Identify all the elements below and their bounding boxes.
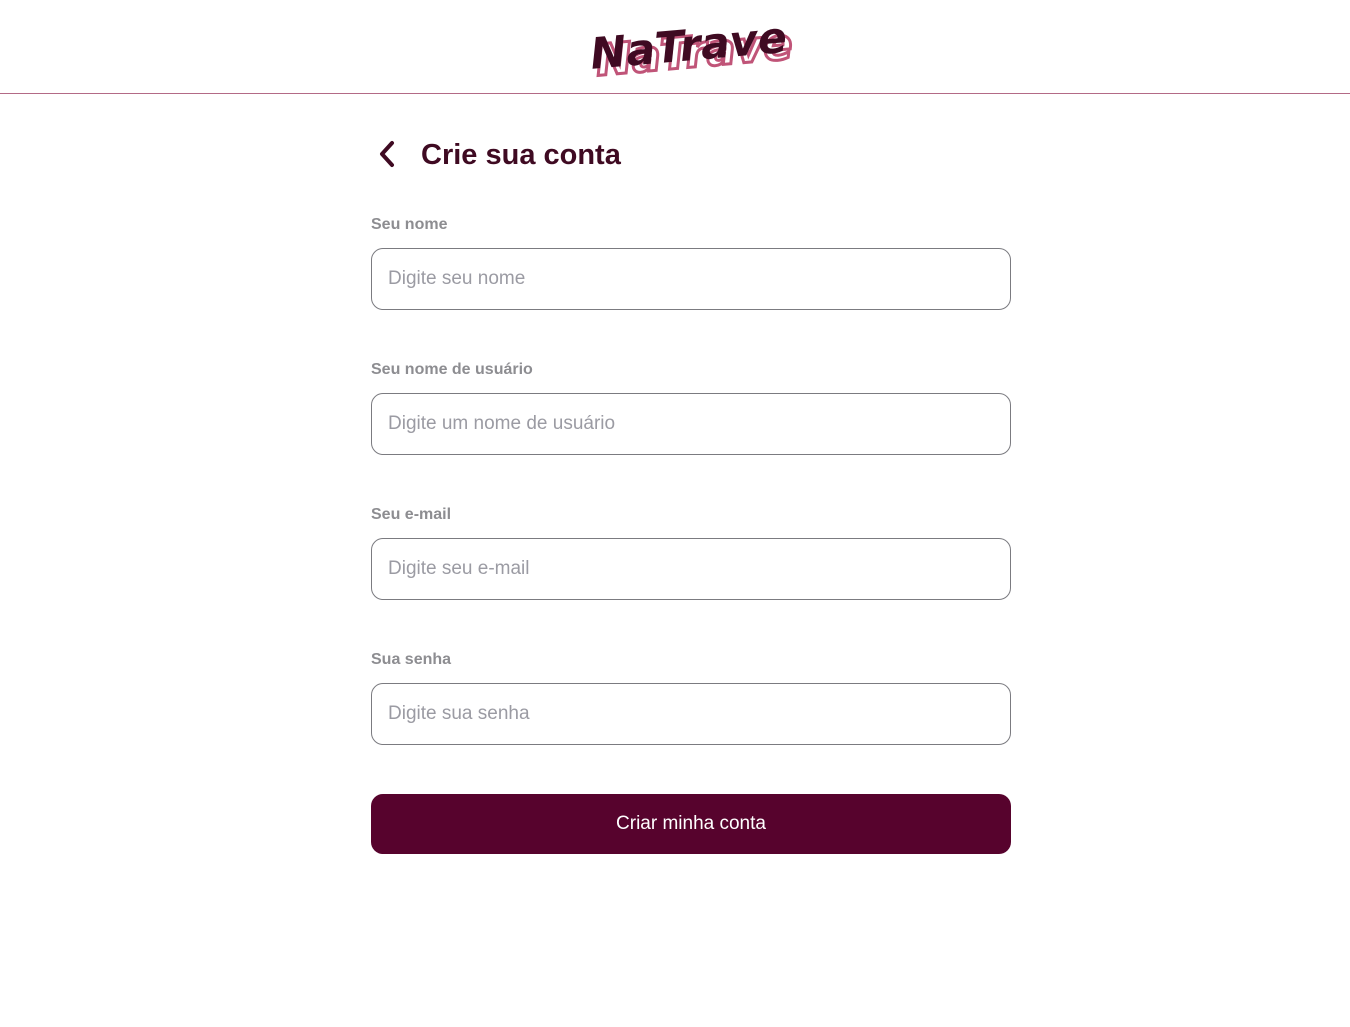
email-label: Seu e-mail <box>371 506 452 523</box>
signup-content: Crie sua conta Seu nome Seu nome de usuá… <box>371 127 1011 854</box>
natrave-logo-image: NaTrave NaTrave <box>588 13 796 88</box>
name-label: Seu nome <box>371 216 448 233</box>
page-title: Crie sua conta <box>421 139 621 171</box>
natrave-logo[interactable]: NaTrave NaTrave <box>588 10 798 88</box>
email-field-group: Seu e-mail <box>371 505 1011 600</box>
username-label: Seu nome de usuário <box>371 361 533 378</box>
email-input[interactable] <box>371 538 1011 600</box>
page-header: Crie sua conta <box>371 127 1011 185</box>
create-account-button[interactable]: Criar minha conta <box>371 794 1011 854</box>
name-input[interactable] <box>371 248 1011 310</box>
chevron-left-icon <box>380 141 394 167</box>
username-input[interactable] <box>371 393 1011 455</box>
password-label: Sua senha <box>371 651 452 668</box>
password-input[interactable] <box>371 683 1011 745</box>
name-field-group: Seu nome <box>371 215 1011 310</box>
password-field-group: Sua senha <box>371 650 1011 745</box>
username-field-group: Seu nome de usuário <box>371 360 1011 455</box>
back-button[interactable] <box>371 137 403 171</box>
top-header: NaTrave NaTrave <box>0 0 1350 94</box>
